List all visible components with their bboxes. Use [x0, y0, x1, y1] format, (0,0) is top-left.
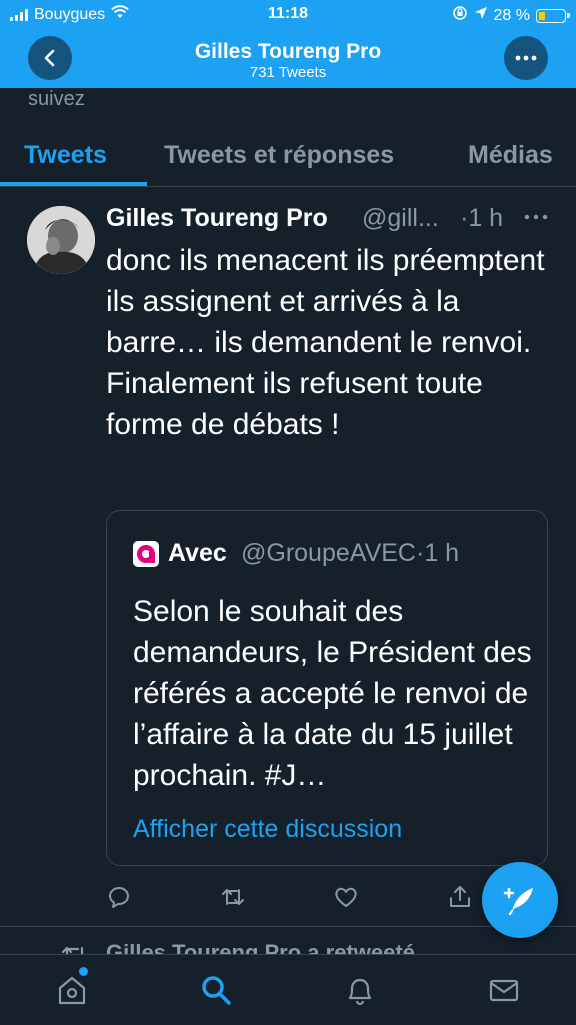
- avatar[interactable]: [27, 206, 95, 274]
- quoted-author-name: Avec: [168, 539, 227, 567]
- more-dots-icon: [524, 214, 548, 220]
- tab-tweets-and-replies[interactable]: Tweets et réponses: [164, 141, 394, 170]
- compose-tweet-button[interactable]: [482, 862, 558, 938]
- battery-icon: [536, 8, 570, 23]
- avec-logo-icon: [133, 541, 159, 567]
- next-tweet-retweet-header: Gilles Toureng Pro a retweeté: [60, 936, 576, 956]
- like-icon[interactable]: [333, 884, 359, 910]
- tweet-author-handle[interactable]: @gill...: [362, 204, 439, 233]
- status-bar: Bouygues 11:18 28 %: [0, 0, 576, 30]
- quoted-tweet-text: Selon le souhait des demandeurs, le Prés…: [133, 595, 532, 792]
- tweet-divider: [0, 926, 576, 927]
- home-icon[interactable]: [55, 973, 89, 1007]
- show-thread-link[interactable]: Afficher cette discussion: [133, 815, 402, 844]
- location-icon: [474, 6, 488, 25]
- tab-media[interactable]: Médias: [468, 141, 553, 170]
- home-notification-dot: [79, 967, 88, 976]
- tab-tweets[interactable]: Tweets: [24, 141, 107, 170]
- tweet-author-name[interactable]: Gilles Toureng Pro: [106, 204, 328, 233]
- rotation-lock-icon: [452, 5, 468, 26]
- tweet-timestamp[interactable]: ·1 h: [460, 204, 503, 233]
- tweet-text: donc ils menacent ils préemptent ils ass…: [106, 244, 545, 441]
- profile-tabs: Tweets Tweets et réponses Médias: [0, 134, 576, 187]
- profile-header: Bouygues 11:18 28 % Gilles Toureng Pro 7…: [0, 0, 576, 88]
- status-right: 28 %: [452, 5, 570, 26]
- profile-followed-text: suivez: [28, 88, 85, 110]
- active-tab-indicator: [0, 182, 147, 186]
- tweet-count: 731 Tweets: [249, 64, 327, 81]
- battery-percent: 28 %: [493, 6, 530, 24]
- retweet-icon[interactable]: [220, 884, 246, 910]
- notifications-bell-icon[interactable]: [343, 973, 377, 1007]
- bottom-tab-bar: [0, 954, 576, 1025]
- page-title: Gilles Toureng Pro: [194, 40, 382, 63]
- share-icon[interactable]: [447, 884, 473, 910]
- more-button[interactable]: [504, 36, 548, 80]
- messages-envelope-icon[interactable]: [487, 973, 521, 1007]
- quoted-tweet[interactable]: Avec @GroupeAVEC·1 h Selon le souhait de…: [106, 510, 548, 866]
- compose-feather-icon: [503, 887, 533, 916]
- reply-icon[interactable]: [106, 884, 132, 910]
- quoted-author-handle: @GroupeAVEC·1 h: [241, 539, 460, 567]
- search-icon[interactable]: [199, 973, 233, 1007]
- more-dots-icon: [515, 55, 537, 61]
- tweet-menu-button[interactable]: [521, 204, 551, 230]
